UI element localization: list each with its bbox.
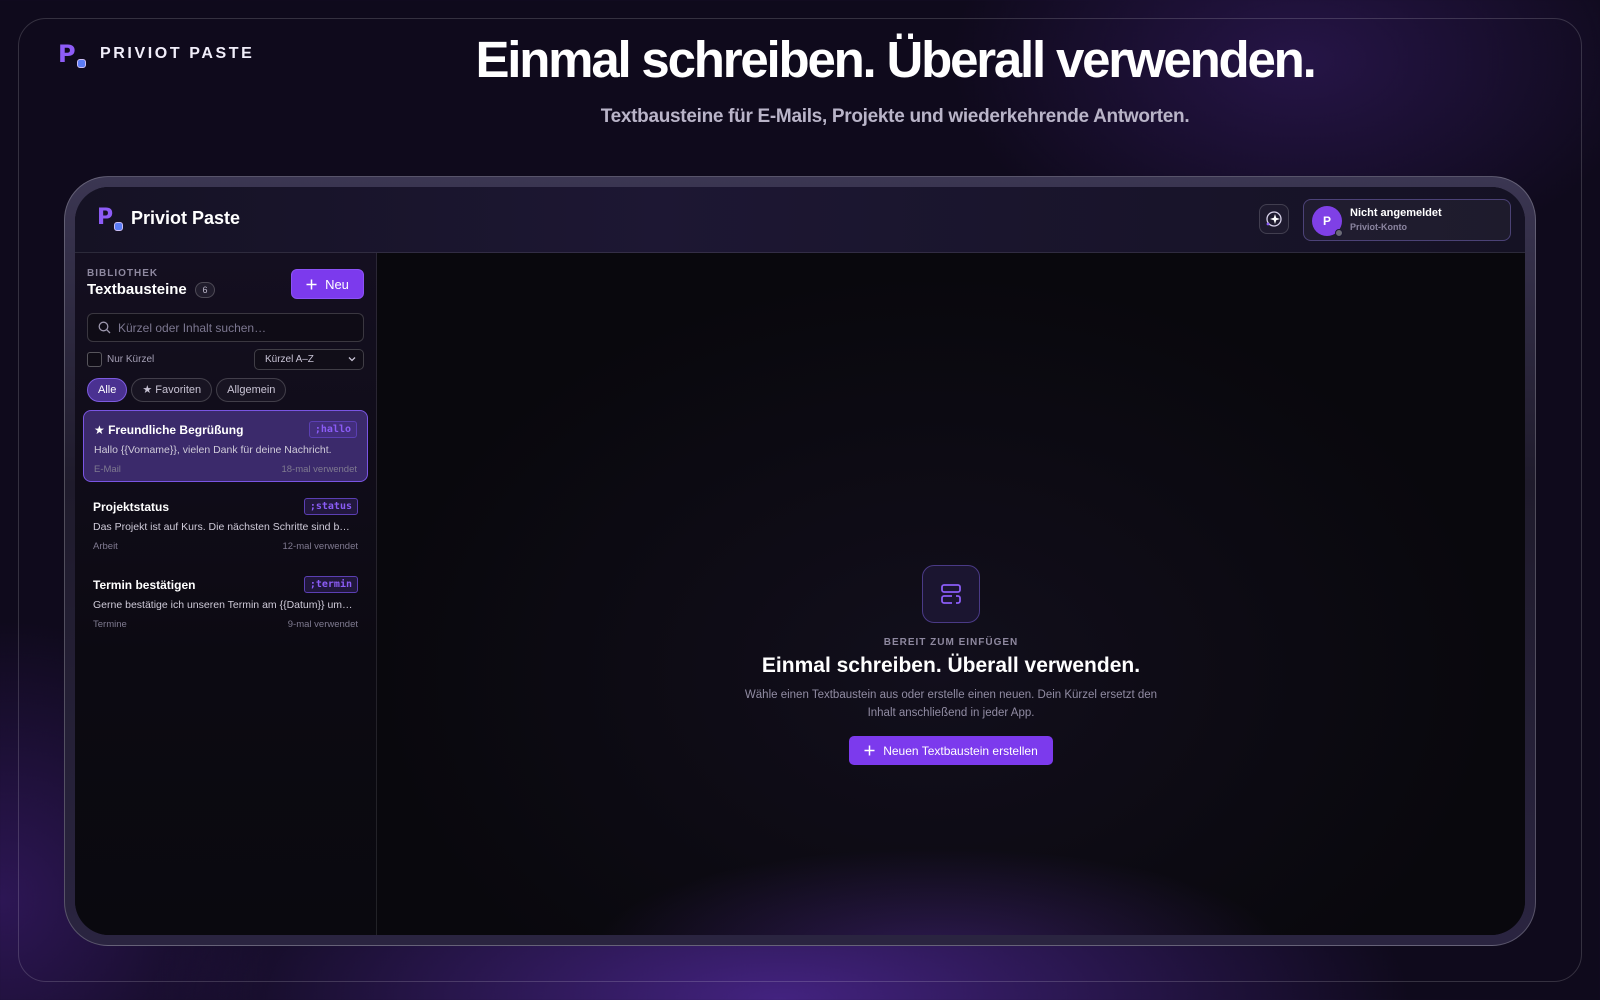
snippet-usage: 18-mal verwendet (281, 464, 357, 475)
app-brand: P Priviot Paste (97, 205, 240, 231)
search-field[interactable] (87, 313, 364, 342)
snippet-icon (922, 565, 980, 623)
search-icon (98, 321, 111, 334)
logo-icon: P (97, 205, 123, 231)
sidebar: BIBLIOTHEK Textbausteine 6 Neu Nur Kürze… (75, 253, 377, 935)
snippet-item[interactable]: ★ Freundliche Begrüßung ;hallo Hallo {{V… (83, 410, 368, 482)
filter-general[interactable]: Allgemein (216, 378, 287, 402)
only-shortcuts-label: Nur Kürzel (107, 354, 155, 365)
snippet-preview: Gerne bestätige ich unseren Termin am {{… (93, 599, 353, 611)
account-button[interactable]: P Nicht angemeldet Priviot-Konto (1303, 199, 1511, 241)
snippet-shortcut: ;hallo (308, 421, 357, 438)
snippet-shortcut: ;status (303, 498, 358, 515)
only-shortcuts-checkbox[interactable]: Nur Kürzel (87, 352, 154, 367)
status-dot (1335, 229, 1343, 237)
snippet-title: Projektstatus (93, 500, 170, 514)
empty-description: Wähle einen Textbaustein aus oder erstel… (744, 689, 1158, 719)
hero-subheadline: Textbausteine für E-Mails, Projekte und … (600, 106, 1190, 127)
checkbox-box[interactable] (87, 352, 102, 367)
create-snippet-button[interactable]: Neuen Textbaustein erstellen (849, 736, 1053, 765)
empty-state: BEREIT ZUM EINFÜGEN Einmal schreiben. Üb… (377, 565, 1525, 765)
filter-favorites[interactable]: ★ Favoriten (131, 378, 213, 402)
snippet-item[interactable]: Projektstatus ;status Das Projekt ist au… (83, 488, 368, 560)
filter-all[interactable]: Alle (87, 378, 128, 402)
app-window: P Priviot Paste P Nicht angemeldet Privi… (75, 187, 1525, 935)
device-frame: P Priviot Paste P Nicht angemeldet Privi… (64, 176, 1536, 946)
empty-title: Einmal schreiben. Überall verwenden. (761, 654, 1141, 677)
snippet-count-badge: 6 (195, 282, 215, 298)
library-title: Textbausteine (87, 281, 187, 298)
snippet-preview: Das Projekt ist auf Kurs. Die nächsten S… (93, 521, 350, 533)
hero-headline: Einmal schreiben. Überall verwenden. (475, 31, 1316, 88)
snippet-title: Termin bestätigen (93, 578, 196, 592)
account-name: Nicht angemeldet (1350, 207, 1442, 219)
snippet-usage: 9-mal verwendet (287, 619, 358, 630)
app-name: Priviot Paste (131, 207, 241, 228)
plus-icon (864, 745, 875, 756)
account-subtitle: Priviot-Konto (1350, 222, 1407, 232)
ai-assistant-button[interactable] (1259, 204, 1289, 234)
plus-icon (306, 279, 317, 289)
snippet-item[interactable]: Termin bestätigen ;termin Gerne bestätig… (83, 566, 368, 638)
new-snippet-button[interactable]: Neu (291, 269, 364, 299)
app-topbar: P Priviot Paste P Nicht angemeldet Privi… (75, 187, 1525, 253)
search-input[interactable] (118, 314, 355, 341)
filter-chips: Alle ★ Favoriten Allgemein (87, 378, 287, 402)
sort-select[interactable]: Kürzel A–Z (254, 349, 364, 370)
snippet-category: Termine (93, 619, 127, 630)
snippet-preview: Hallo {{Vorname}}, vielen Dank für deine… (94, 444, 332, 456)
snippet-usage: 12-mal verwendet (282, 541, 358, 552)
snippet-category: Arbeit (93, 541, 118, 552)
chevron-down-icon (348, 357, 356, 362)
snippet-title: ★ Freundliche Begrüßung (94, 423, 244, 437)
ai-sparkle-icon (1266, 211, 1282, 227)
main-panel: BEREIT ZUM EINFÜGEN Einmal schreiben. Üb… (377, 253, 1525, 935)
snippet-category: E-Mail (94, 464, 121, 475)
avatar: P (1312, 206, 1343, 237)
snippet-shortcut: ;termin (303, 576, 358, 593)
library-eyebrow: BIBLIOTHEK (87, 268, 159, 279)
empty-eyebrow: BEREIT ZUM EINFÜGEN (883, 637, 1019, 648)
